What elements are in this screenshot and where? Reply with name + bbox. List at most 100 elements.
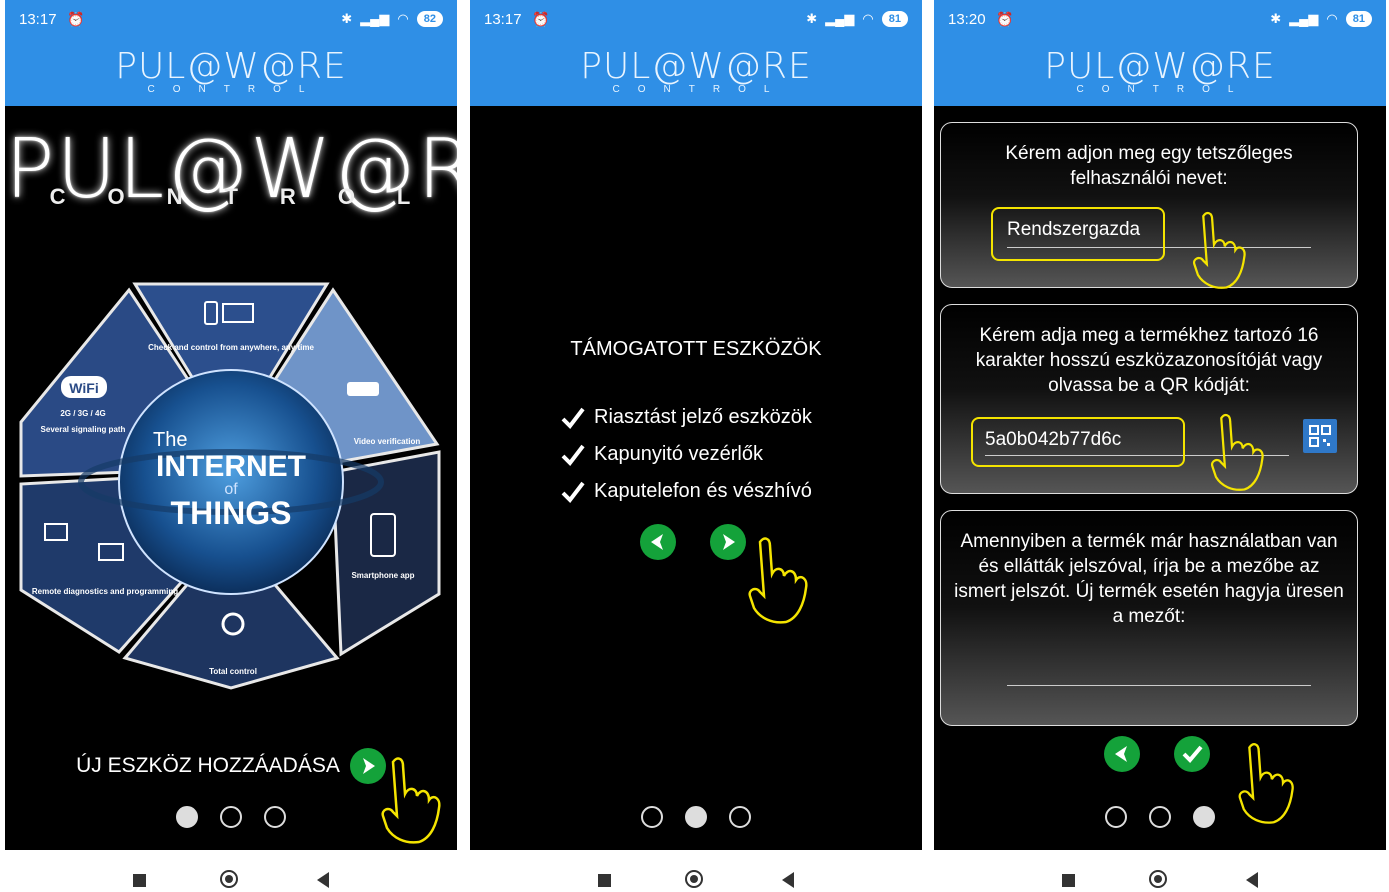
back-arrow-icon xyxy=(651,534,663,550)
intro-page: PUL@W@RE CONTROL The INTERNET of xyxy=(5,106,457,850)
bluetooth-icon: ✱ xyxy=(341,11,353,26)
list-item: Kapunyitó vezérlők xyxy=(560,436,812,473)
page-dot-3[interactable] xyxy=(729,806,751,828)
list-item: Kaputelefon és vészhívó xyxy=(560,473,812,510)
page-dot-1[interactable] xyxy=(1105,806,1127,828)
phone-screen-3: 13:20 ⏰ ✱ ▂▄▆ ◠ 81 PUL@W@RE CONTROL Kére… xyxy=(934,0,1386,892)
wheel-things: THINGS xyxy=(171,495,292,531)
password-prompt: Amennyiben a termék már használatban van… xyxy=(954,531,1344,627)
battery-icon: 81 xyxy=(881,11,908,27)
list-item: Riasztást jelző eszközök xyxy=(560,399,812,436)
wheel-seg-left-top: Several signaling path xyxy=(41,425,126,434)
system-nav-bar xyxy=(934,850,1386,892)
system-nav-bar xyxy=(470,850,922,892)
wheel-seg-top: Check and control from anywhere, any tim… xyxy=(148,343,314,352)
page-dot-1[interactable] xyxy=(641,806,663,828)
wheel-seg-top-right: Video verification xyxy=(354,437,421,446)
wheel-seg-bottom: Total control xyxy=(209,667,257,676)
previous-button[interactable] xyxy=(640,524,676,560)
bluetooth-icon: ✱ xyxy=(806,11,818,26)
list-item-label: Kaputelefon és vészhívó xyxy=(594,480,812,502)
alarm-icon: ⏰ xyxy=(67,11,85,27)
alarm-icon: ⏰ xyxy=(996,11,1014,27)
pointing-hand-icon xyxy=(1192,211,1246,289)
status-icons: ✱ ▂▄▆ ◠ 81 xyxy=(1270,11,1372,27)
page-indicator xyxy=(470,806,922,828)
back-arrow-icon xyxy=(1115,746,1127,762)
next-button[interactable] xyxy=(710,524,746,560)
home-button[interactable] xyxy=(1149,870,1167,888)
app-header: PUL@W@RE CONTROL xyxy=(5,40,457,106)
status-icons: ✱ ▂▄▆ ◠ 81 xyxy=(806,11,908,27)
battery-icon: 82 xyxy=(416,11,443,27)
signal-icon: ▂▄▆ xyxy=(825,11,855,26)
check-icon xyxy=(561,444,585,466)
page-dot-2[interactable] xyxy=(220,806,242,828)
status-time: 13:17 xyxy=(19,11,57,28)
navigation-buttons xyxy=(1104,736,1210,772)
device-id-prompt: Kérem adja meg a termékhez tartozó 16 ka… xyxy=(975,325,1323,396)
next-arrow-icon xyxy=(723,534,735,550)
status-icons: ✱ ▂▄▆ ◠ 82 xyxy=(341,11,443,27)
app-logo-subtitle: CONTROL xyxy=(147,84,323,95)
back-button[interactable] xyxy=(317,872,329,888)
recents-button[interactable] xyxy=(1062,874,1075,887)
status-bar: 13:20 ⏰ ✱ ▂▄▆ ◠ 81 xyxy=(934,0,1386,40)
phone-screen-2: 13:17 ⏰ ✱ ▂▄▆ ◠ 81 PUL@W@RE CONTROL TÁMO… xyxy=(470,0,922,892)
navigation-buttons xyxy=(640,524,746,560)
status-time: 13:17 xyxy=(484,11,522,28)
device-setup-page: Kérem adjon meg egy tetszőleges felhaszn… xyxy=(934,106,1386,850)
username-card: Kérem adjon meg egy tetszőleges felhaszn… xyxy=(940,122,1358,289)
list-item-label: Riasztást jelző eszközök xyxy=(594,406,812,428)
password-underline xyxy=(1007,685,1311,686)
iot-wheel-illustration: The INTERNET of THINGS Check and control… xyxy=(19,282,441,690)
recents-button[interactable] xyxy=(133,874,146,887)
add-device-label[interactable]: ÚJ ESZKÖZ HOZZÁADÁSA xyxy=(76,754,340,778)
app-logo-subtitle: CONTROL xyxy=(612,84,788,95)
wheel-the: The xyxy=(153,429,187,451)
wheel-internet: INTERNET xyxy=(156,450,306,483)
wifi-icon: ◠ xyxy=(1326,11,1338,26)
status-time: 13:20 xyxy=(948,11,986,28)
app-logo: PUL@W@RE xyxy=(580,46,812,87)
page-dot-3[interactable] xyxy=(264,806,286,828)
bluetooth-icon: ✱ xyxy=(1270,11,1282,26)
app-logo: PUL@W@RE xyxy=(115,46,347,87)
signal-icon: ▂▄▆ xyxy=(1289,11,1319,26)
pointing-hand-icon xyxy=(748,537,808,624)
phone-screen-1: 13:17 ⏰ ✱ ▂▄▆ ◠ 82 PUL@W@RE CONTROL PUL@… xyxy=(5,0,457,892)
check-icon xyxy=(1182,745,1203,763)
previous-button[interactable] xyxy=(1104,736,1140,772)
signal-icon: ▂▄▆ xyxy=(360,11,390,26)
home-button[interactable] xyxy=(685,870,703,888)
supported-devices-page: TÁMOGATOTT ESZKÖZÖK Riasztást jelző eszk… xyxy=(470,106,922,850)
status-bar: 13:17 ⏰ ✱ ▂▄▆ ◠ 82 xyxy=(5,0,457,40)
page-dot-2[interactable] xyxy=(1149,806,1171,828)
app-header: PUL@W@RE CONTROL xyxy=(934,40,1386,106)
home-button[interactable] xyxy=(220,870,238,888)
check-icon xyxy=(561,481,585,503)
page-dot-2[interactable] xyxy=(685,806,707,828)
confirm-button[interactable] xyxy=(1174,736,1210,772)
status-bar: 13:17 ⏰ ✱ ▂▄▆ ◠ 81 xyxy=(470,0,922,40)
battery-icon: 81 xyxy=(1345,11,1372,27)
page-indicator xyxy=(934,806,1386,828)
system-nav-bar xyxy=(5,850,457,892)
back-button[interactable] xyxy=(782,872,794,888)
list-item-label: Kapunyitó vezérlők xyxy=(594,443,763,465)
app-logo-subtitle: CONTROL xyxy=(1076,84,1252,95)
camera-icon xyxy=(347,382,379,396)
page-dot-3[interactable] xyxy=(1193,806,1215,828)
username-prompt: Kérem adjon meg egy tetszőleges felhaszn… xyxy=(1005,143,1293,189)
wheel-wifi-badge: WiFi xyxy=(69,380,98,396)
recents-button[interactable] xyxy=(598,874,611,887)
wheel-seg-right: Smartphone app xyxy=(351,571,414,580)
page-indicator xyxy=(5,806,457,828)
wifi-icon: ◠ xyxy=(862,11,874,26)
back-button[interactable] xyxy=(1246,872,1258,888)
pointing-hand-icon xyxy=(381,757,441,844)
page-dot-1[interactable] xyxy=(176,806,198,828)
qr-scan-icon[interactable] xyxy=(1303,419,1337,453)
device-id-highlight xyxy=(971,417,1185,467)
supported-devices-list: Riasztást jelző eszközök Kapunyitó vezér… xyxy=(560,399,812,510)
